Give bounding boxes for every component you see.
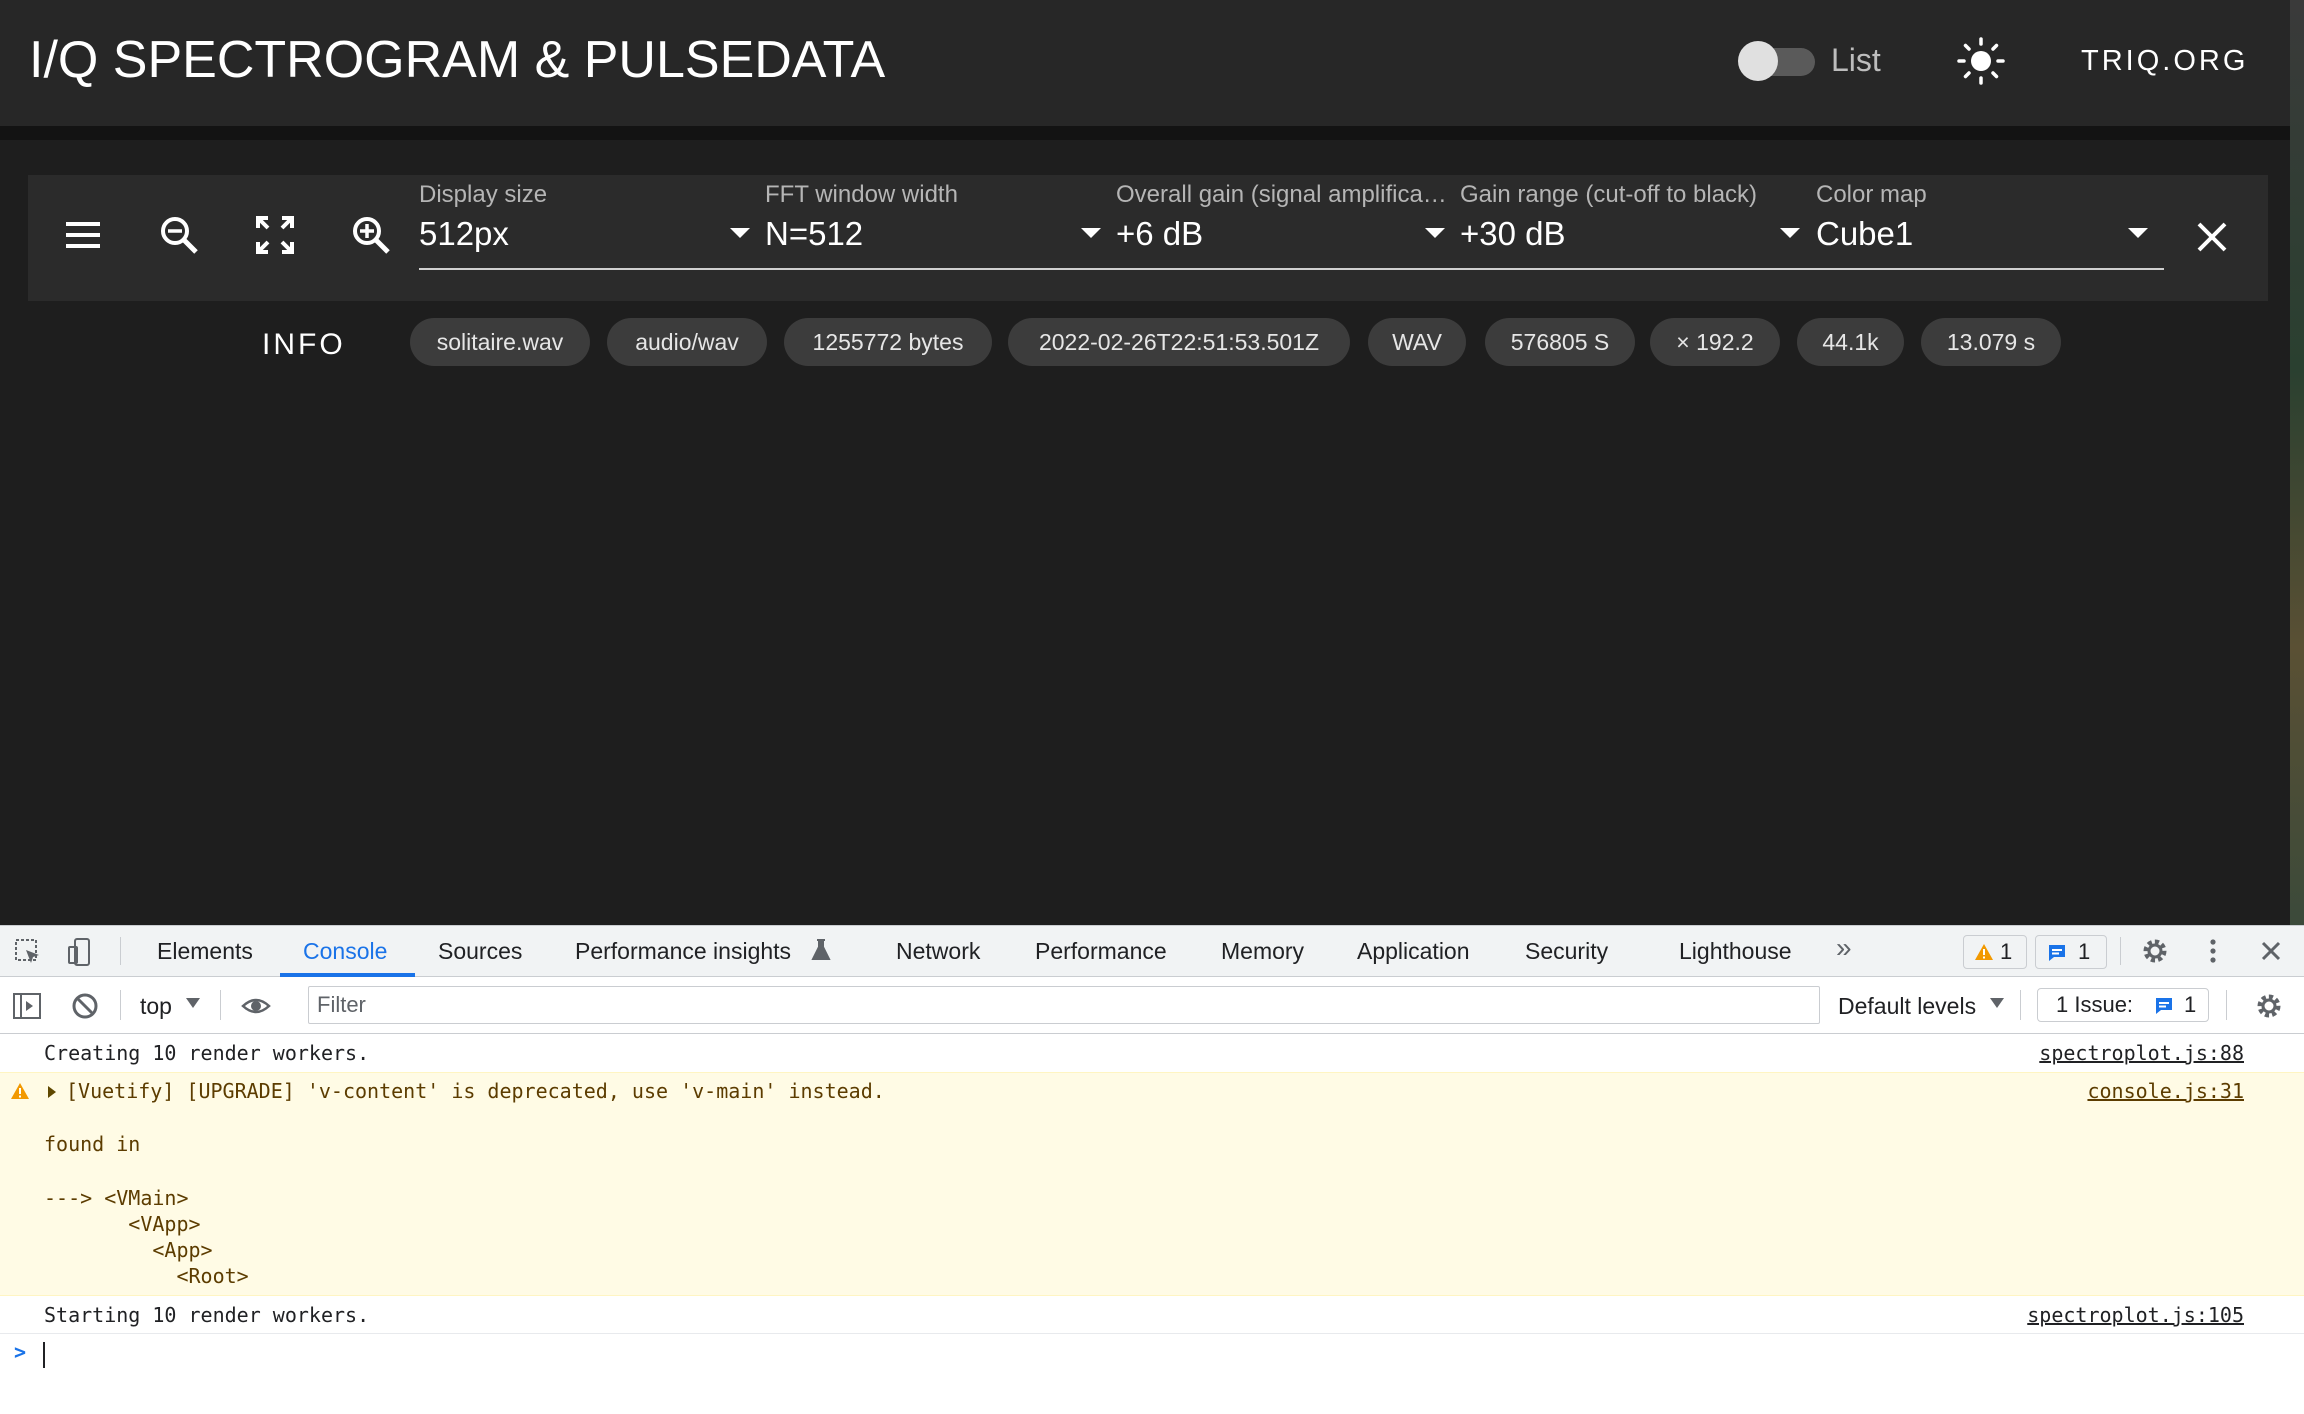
console-prompt-icon: > — [14, 1340, 27, 1364]
show-sidebar-icon[interactable] — [12, 991, 42, 1021]
overall-gain-select[interactable]: +6 dB — [1116, 215, 1203, 253]
issues-button[interactable]: 1 Issue: 1 — [2037, 988, 2209, 1022]
color-map-select[interactable]: Cube1 — [1816, 215, 1913, 253]
active-tab-indicator — [280, 973, 415, 977]
overall-gain-label: Overall gain (signal amplifica… — [1116, 181, 1447, 208]
expand-triangle-icon[interactable] — [46, 1085, 58, 1099]
filter-input[interactable] — [308, 986, 1820, 1024]
zoom-out-icon[interactable] — [156, 212, 202, 258]
device-toolbar-icon[interactable] — [66, 937, 96, 967]
info-label: INFO — [262, 328, 346, 361]
console-warning-message — [0, 1072, 2304, 1296]
list-toggle-label[interactable]: List — [1831, 42, 1881, 79]
filterbar-divider — [2020, 990, 2021, 1020]
info-chip-samples: 576805 S — [1485, 318, 1635, 366]
info-chip-rate: 44.1k — [1797, 318, 1904, 366]
issue-message-icon — [2156, 998, 2172, 1014]
context-dropdown-icon[interactable] — [186, 998, 200, 1008]
context-select[interactable]: top — [140, 993, 172, 1020]
tab-performance-insights[interactable]: Performance insights — [575, 938, 791, 965]
triq-link[interactable]: TRIQ.ORG — [2081, 45, 2248, 78]
tabbar-divider — [2120, 937, 2121, 965]
display-size-label: Display size — [419, 181, 548, 208]
messages-count: 1 — [2078, 939, 2091, 964]
info-chip-duration: 13.079 s — [1921, 318, 2061, 366]
info-chip-filename: solitaire.wav — [410, 318, 590, 366]
warnings-badge[interactable]: 1 — [1963, 935, 2027, 969]
tab-security[interactable]: Security — [1525, 938, 1608, 965]
console-input[interactable] — [43, 1342, 45, 1368]
clear-console-icon[interactable] — [70, 991, 100, 1021]
tab-network[interactable]: Network — [896, 938, 980, 965]
console-source-link[interactable]: spectroplot.js:105 — [2027, 1303, 2244, 1327]
app-title: I/Q SPECTROGRAM & PULSEDATA — [29, 31, 886, 89]
warning-source-link[interactable]: console.js:31 — [2087, 1079, 2244, 1103]
live-expression-eye-icon[interactable] — [241, 991, 271, 1021]
console-message-text: Creating 10 render workers. — [44, 1041, 370, 1065]
warning-trace-line: <VApp> — [44, 1212, 201, 1236]
gain-range-dropdown-icon[interactable] — [1780, 228, 1800, 238]
filterbar-divider — [2226, 990, 2227, 1020]
list-toggle-knob[interactable] — [1738, 41, 1778, 81]
close-icon[interactable] — [2192, 217, 2232, 257]
warning-trace-line: ---> <VMain> — [44, 1186, 189, 1210]
message-icon — [2049, 945, 2065, 961]
warning-text: [Vuetify] [UPGRADE] 'v-content' is depre… — [66, 1079, 885, 1103]
warning-trace-line: <App> — [44, 1238, 213, 1262]
gain-range-label: Gain range (cut-off to black) — [1460, 181, 1758, 208]
info-chip-format: WAV — [1368, 318, 1466, 366]
fft-window-dropdown-icon[interactable] — [1081, 228, 1101, 238]
console-source-link[interactable]: spectroplot.js:88 — [2039, 1041, 2244, 1065]
tab-memory[interactable]: Memory — [1221, 938, 1304, 965]
issues-label: 1 Issue: — [2056, 992, 2134, 1017]
settings-gear-icon[interactable] — [2140, 936, 2170, 966]
inspect-element-icon[interactable] — [13, 937, 43, 967]
zoom-in-icon[interactable] — [348, 212, 394, 258]
warning-icon — [1975, 944, 1993, 960]
filterbar-divider — [120, 990, 121, 1020]
console-settings-gear-icon[interactable] — [2254, 991, 2284, 1021]
gain-range-select[interactable]: +30 dB — [1460, 215, 1566, 253]
warning-found-in: found in — [44, 1132, 141, 1156]
warning-trace-line: <Root> — [44, 1264, 249, 1288]
info-chip-bytes: 1255772 bytes — [784, 318, 992, 366]
tabbar-divider — [120, 937, 121, 965]
more-tabs-icon[interactable]: » — [1836, 932, 1852, 964]
flask-icon — [811, 939, 831, 960]
display-size-dropdown-icon[interactable] — [730, 228, 750, 238]
sun-icon[interactable] — [1956, 36, 2006, 86]
console-message-text: Starting 10 render workers. — [44, 1303, 370, 1327]
tab-sources[interactable]: Sources — [438, 938, 522, 965]
close-devtools-icon[interactable] — [2256, 936, 2286, 966]
filterbar-divider — [220, 990, 221, 1020]
default-levels-select[interactable]: Default levels — [1838, 993, 1976, 1020]
fullscreen-icon[interactable] — [252, 212, 298, 258]
overall-gain-dropdown-icon[interactable] — [1425, 228, 1445, 238]
info-chip-ratio: × 192.2 — [1650, 318, 1780, 366]
color-map-dropdown-icon[interactable] — [2128, 228, 2148, 238]
info-chip-mimetype: audio/wav — [607, 318, 767, 366]
fft-window-select[interactable]: N=512 — [765, 215, 863, 253]
tab-lighthouse[interactable]: Lighthouse — [1679, 938, 1792, 965]
window-edge — [2290, 0, 2304, 925]
warnings-count: 1 — [2000, 939, 2013, 964]
fields-underline — [419, 268, 2164, 270]
console-row-divider — [0, 1333, 2304, 1334]
messages-badge[interactable]: 1 — [2035, 935, 2107, 969]
tab-elements[interactable]: Elements — [157, 938, 253, 965]
tab-console[interactable]: Console — [303, 938, 387, 965]
tab-performance[interactable]: Performance — [1035, 938, 1167, 965]
menu-icon[interactable] — [60, 212, 106, 258]
display-size-select[interactable]: 512px — [419, 215, 509, 253]
tab-application[interactable]: Application — [1357, 938, 1470, 965]
warning-icon — [11, 1083, 29, 1099]
color-map-label: Color map — [1816, 181, 1927, 208]
info-chip-date: 2022-02-26T22:51:53.501Z — [1008, 318, 1350, 366]
more-options-icon[interactable] — [2198, 936, 2228, 966]
app-bar-divider — [0, 126, 2304, 140]
fft-window-label: FFT window width — [765, 181, 958, 208]
issues-count: 1 — [2184, 992, 2197, 1017]
levels-dropdown-icon[interactable] — [1990, 998, 2004, 1008]
